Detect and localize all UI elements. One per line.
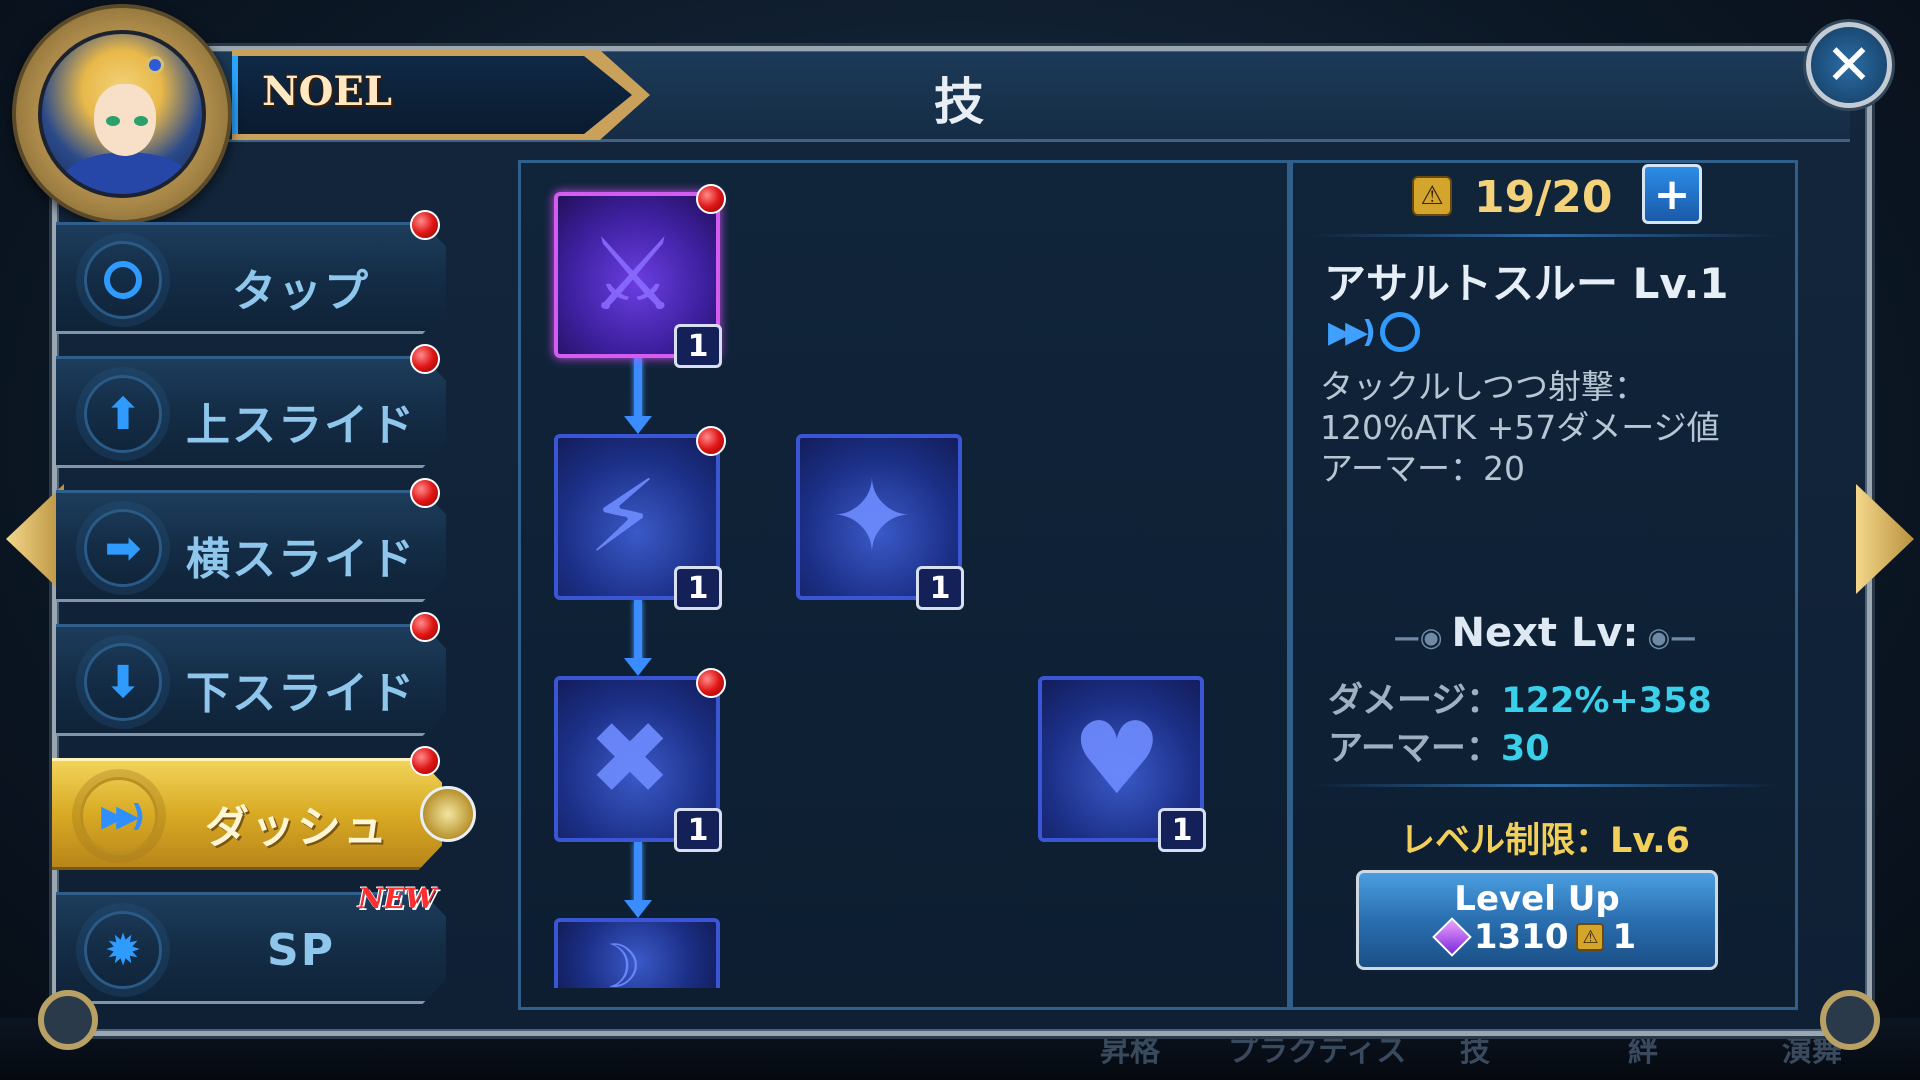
tap-circle-icon	[1379, 312, 1420, 352]
level-up-button[interactable]: Level Up 1310 ⚠ 1	[1356, 870, 1718, 970]
tree-connector	[634, 842, 642, 906]
burst-icon: ✹	[84, 911, 162, 989]
sidebar-item-label: 上スライド	[186, 400, 416, 451]
down-arrow-icon: ⬇	[84, 643, 162, 721]
gun-slash-silhouette-icon: ⚡	[588, 458, 659, 575]
tree-connector	[634, 600, 642, 664]
skill-level-badge: 1	[1158, 808, 1206, 852]
avatar-hair-gem	[146, 56, 164, 74]
tap-circle-icon	[84, 241, 162, 319]
next-level-label: Next Lv:	[1451, 610, 1639, 656]
armor-value: 30	[1500, 729, 1550, 769]
new-badge: NEW	[358, 882, 437, 915]
skill-point-icon: ⚠	[1576, 923, 1605, 951]
skill-node-next-skill[interactable]: ☽	[554, 918, 720, 988]
sidebar-item-up-slide[interactable]: ⬆ 上スライド	[56, 356, 446, 468]
level-up-label: Level Up	[1454, 879, 1620, 919]
avatar-eye	[106, 116, 120, 126]
connector-arrow-icon	[624, 658, 652, 676]
character-name: NOEL	[262, 68, 393, 115]
dash-attack-silhouette-icon: ⚔	[588, 216, 678, 333]
sidebar-item-tap[interactable]: タップ	[56, 222, 446, 334]
sidebar-item-label: タップ	[232, 266, 370, 317]
heart-guard-silhouette-icon: ♥	[1072, 700, 1162, 817]
dash-icon: ▶▶)	[80, 777, 158, 855]
sidebar-item-label: SP	[267, 925, 335, 976]
skill-input-icons: ▶▶)	[1328, 312, 1420, 352]
notification-dot	[696, 668, 726, 698]
next-damage-stat: ダメージ：122%+358	[1328, 672, 1712, 723]
notification-dot	[696, 184, 726, 214]
next-armor-stat: アーマー：30	[1328, 720, 1550, 771]
sidebar-item-label: ダッシュ	[205, 802, 389, 853]
damage-value: 122%+358	[1501, 681, 1712, 721]
sidebar-item-dash[interactable]: ▶▶) ダッシュ	[52, 758, 442, 870]
add-skill-points-button[interactable]: +	[1642, 164, 1702, 224]
avatar-coat	[62, 152, 192, 194]
gem-cost: 1310	[1473, 917, 1569, 957]
sidebar-item-label: 下スライド	[186, 668, 416, 719]
tree-connector	[634, 358, 642, 422]
dash-icon: ▶▶)	[1328, 314, 1376, 350]
divider	[1310, 784, 1780, 787]
gun-burst-silhouette-icon: ✦	[830, 458, 914, 575]
skill-level-badge: 1	[674, 566, 722, 610]
skill-point-icon: ⚠	[1412, 176, 1452, 216]
gem-icon	[1432, 917, 1472, 957]
connector-arrow-icon	[624, 900, 652, 918]
notification-dot	[696, 426, 726, 456]
skill-level-badge: 1	[916, 566, 964, 610]
level-up-cost: 1310 ⚠ 1	[1359, 917, 1715, 957]
skill-description: タックルしつつ射撃： 120%ATK +57ダメージ値 アーマー：20	[1320, 367, 1720, 488]
divider	[1310, 234, 1780, 237]
connector-arrow-icon	[624, 416, 652, 434]
notification-dot	[410, 612, 440, 642]
decor-right-icon: ◉—	[1638, 623, 1697, 653]
damage-label: ダメージ：	[1328, 681, 1502, 721]
next-character-arrow-icon[interactable]	[1856, 484, 1914, 594]
right-arrow-icon: ➡	[84, 509, 162, 587]
notification-dot	[410, 478, 440, 508]
sidebar-item-down-slide[interactable]: ⬇ 下スライド	[56, 624, 446, 736]
close-icon: ✕	[1825, 32, 1873, 98]
point-cost: 1	[1612, 917, 1637, 957]
skill-silhouette-icon: ☽	[588, 932, 642, 988]
corner-ornament-icon	[38, 990, 98, 1050]
close-button[interactable]: ✕	[1806, 22, 1892, 108]
decor-left-icon: —◉	[1393, 623, 1452, 653]
sidebar-item-label: 横スライド	[186, 534, 416, 585]
corner-ornament-icon	[1820, 990, 1880, 1050]
notification-dot	[410, 210, 440, 240]
selection-indicator-icon	[420, 786, 476, 842]
sidebar-item-side-slide[interactable]: ➡ 横スライド	[56, 490, 446, 602]
up-arrow-icon: ⬆	[84, 375, 162, 453]
avatar	[38, 30, 206, 198]
skill-points: 19/20	[1474, 172, 1613, 223]
previous-character-arrow-icon[interactable]	[6, 484, 64, 594]
notification-dot	[410, 746, 440, 776]
next-level-heading: —◉ Next Lv: ◉—	[1340, 610, 1750, 656]
skill-level-badge: 1	[674, 808, 722, 852]
level-limit: レベル制限：Lv.6	[1400, 821, 1690, 861]
crossed-guns-silhouette-icon: ✖	[588, 700, 672, 817]
avatar-eye	[134, 116, 148, 126]
armor-label: アーマー：	[1328, 729, 1501, 769]
skill-level-badge: 1	[674, 324, 722, 368]
skill-name: アサルトスルー Lv.1	[1324, 259, 1729, 308]
notification-dot	[410, 344, 440, 374]
